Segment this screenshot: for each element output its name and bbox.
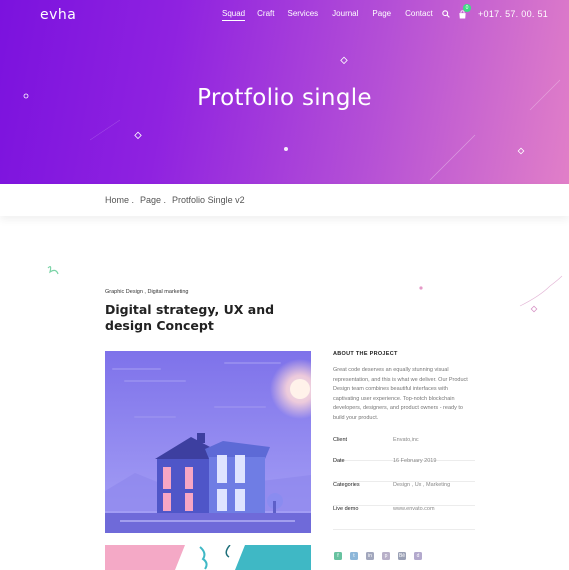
social-share: f t in p Bē d	[334, 552, 422, 560]
about-heading: ABOUT THE PROJECT	[333, 351, 398, 357]
project-title: Digital strategy, UX and design Concept	[105, 302, 275, 333]
breadcrumb-page[interactable]: Page .	[140, 195, 166, 205]
meta-key: Categories	[333, 482, 360, 488]
meta-value: Design , Ux , Marketing	[393, 482, 451, 488]
breadcrumb: Home . Page . Protfolio Single v2	[105, 195, 245, 205]
meta-key: Date	[333, 458, 345, 464]
pinterest-icon[interactable]: p	[382, 552, 390, 560]
behance-icon[interactable]: Bē	[398, 552, 406, 560]
meta-value: Envato,inc	[393, 437, 419, 443]
project-illustration-secondary	[105, 545, 311, 570]
linkedin-icon[interactable]: in	[366, 552, 374, 560]
breadcrumb-home[interactable]: Home .	[105, 195, 134, 205]
about-text: Great code deserves an equally stunning …	[333, 367, 468, 421]
meta-value: 16 February 2019	[393, 458, 437, 464]
project-illustration	[105, 351, 311, 533]
facebook-icon[interactable]: f	[334, 552, 342, 560]
breadcrumb-bar: Home . Page . Protfolio Single v2	[0, 184, 569, 216]
meta-key: Client	[333, 437, 348, 443]
hero-banner: evha Squad Craft Services Journal Page C…	[0, 0, 569, 184]
hero-decoration	[23, 56, 561, 181]
meta-value[interactable]: www.envato.com	[393, 506, 435, 512]
breadcrumb-current: Protfolio Single v2	[172, 195, 245, 205]
content-decoration	[47, 266, 563, 313]
twitter-icon[interactable]: t	[350, 552, 358, 560]
meta-row-date: Date 16 February 2019	[333, 458, 475, 482]
dribbble-icon[interactable]: d	[414, 552, 422, 560]
meta-key: Live demo	[333, 506, 359, 512]
project-category: Graphic Design , Digital marketing	[105, 289, 189, 295]
meta-row-live-demo: Live demo www.envato.com	[333, 506, 475, 530]
meta-row-categories: Categories Design , Ux , Marketing	[333, 482, 475, 506]
